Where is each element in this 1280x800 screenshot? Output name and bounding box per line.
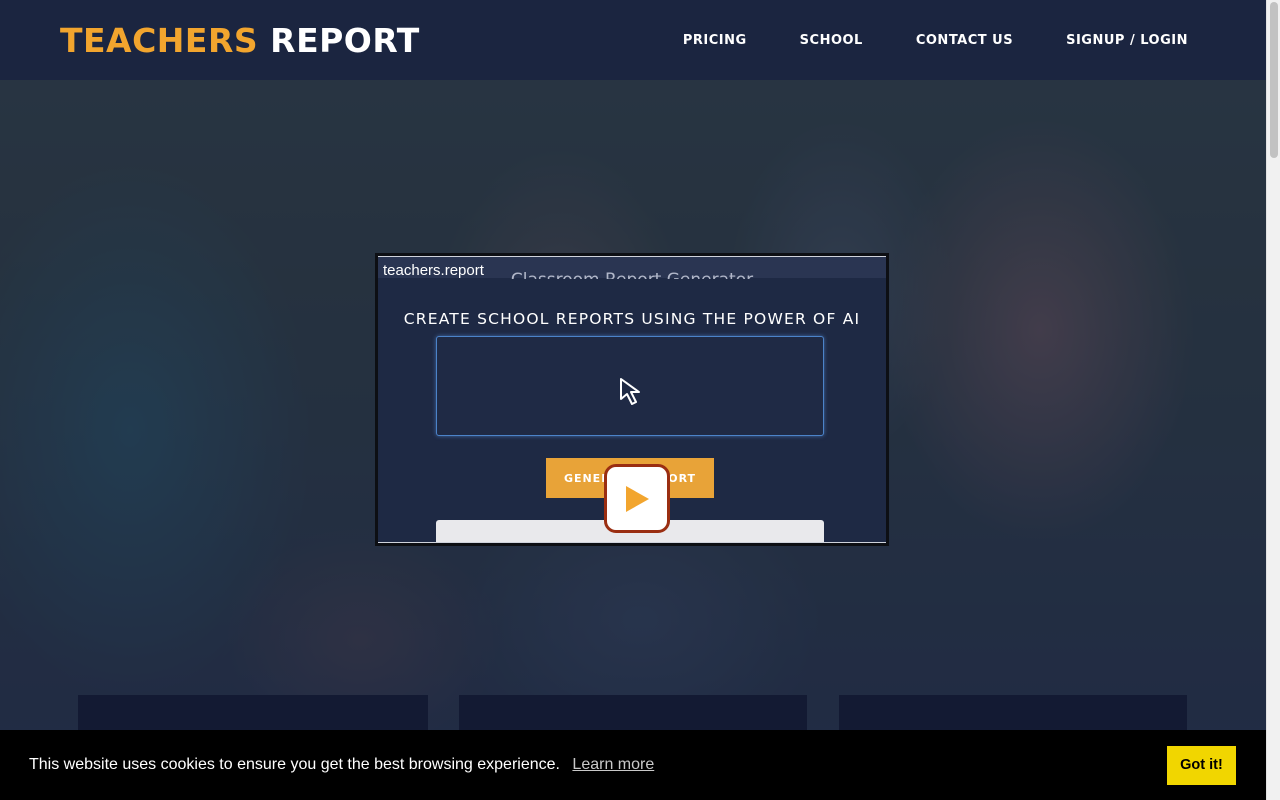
cookie-message-wrap: This website uses cookies to ensure you …: [29, 756, 654, 774]
video-textarea-preview: [436, 336, 824, 436]
logo-text-teachers: TEACHERS: [60, 20, 259, 60]
demo-video[interactable]: Classroom Report Generator teachers.repo…: [375, 253, 889, 546]
main-nav: PRICING SCHOOL CONTACT US SIGNUP / LOGIN: [683, 33, 1188, 48]
video-heading: CREATE SCHOOL REPORTS USING THE POWER OF…: [403, 310, 861, 328]
nav-contact-us[interactable]: CONTACT US: [916, 33, 1013, 48]
play-button[interactable]: [604, 464, 670, 533]
cookie-banner: This website uses cookies to ensure you …: [0, 730, 1266, 800]
page-scrollbar[interactable]: [1266, 0, 1280, 800]
play-icon: [626, 485, 649, 512]
cookie-accept-button[interactable]: Got it!: [1167, 745, 1236, 785]
nav-school[interactable]: SCHOOL: [800, 33, 863, 48]
cookie-message: This website uses cookies to ensure you …: [29, 756, 560, 773]
video-source-label[interactable]: teachers.report: [383, 262, 484, 279]
nav-pricing[interactable]: PRICING: [683, 33, 747, 48]
video-bottom-line: [378, 542, 886, 543]
logo-text-report: REPORT: [270, 20, 420, 60]
scrollbar-thumb[interactable]: [1270, 2, 1278, 158]
cookie-learn-more-link[interactable]: Learn more: [572, 756, 654, 773]
cursor-arrow-icon: [620, 378, 640, 405]
site-logo[interactable]: TEACHERS REPORT: [60, 21, 420, 60]
site-header: TEACHERS REPORT PRICING SCHOOL CONTACT U…: [0, 0, 1266, 80]
nav-signup-login[interactable]: SIGNUP / LOGIN: [1066, 33, 1188, 48]
